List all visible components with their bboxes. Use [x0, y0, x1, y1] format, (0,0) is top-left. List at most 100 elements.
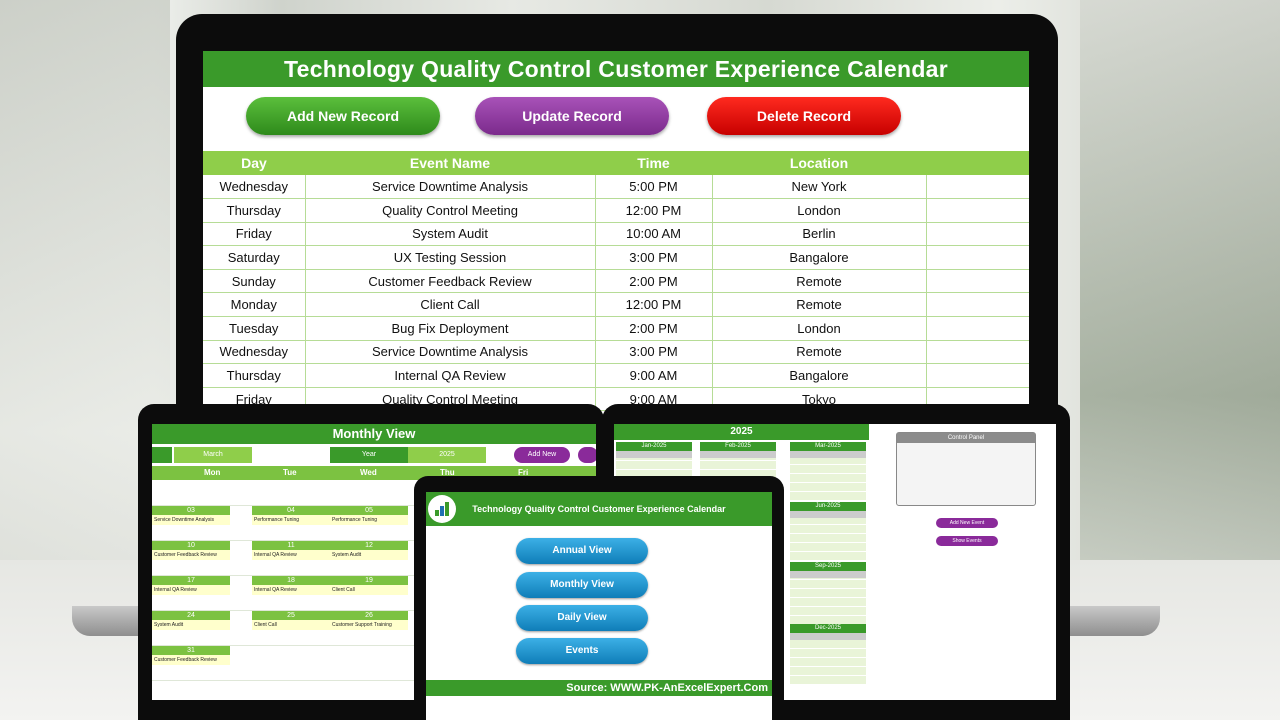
- table-row[interactable]: Wednesday Service Downtime Analysis 3:00 P…: [203, 340, 1029, 365]
- annual-view-button[interactable]: Annual View: [516, 538, 648, 564]
- calendar-day-number[interactable]: 11: [252, 541, 330, 550]
- month-calendar-sep[interactable]: Sep-2025: [790, 562, 866, 624]
- cell-location[interactable]: Bangalore: [712, 363, 927, 388]
- events-button[interactable]: Events: [516, 638, 648, 664]
- column-header-time[interactable]: Time: [595, 151, 712, 175]
- calendar-day-number[interactable]: 19: [330, 576, 408, 585]
- cell-event-name[interactable]: Quality Control Meeting: [305, 198, 596, 223]
- calendar-day-number[interactable]: 25: [252, 611, 330, 620]
- cell-event-name[interactable]: System Audit: [305, 222, 596, 247]
- calendar-day-number[interactable]: 12: [330, 541, 408, 550]
- table-row[interactable]: Thursday Quality Control Meeting 12:00 PM L…: [203, 198, 1029, 223]
- cell-extra[interactable]: Bug F: [926, 316, 1029, 341]
- cell-time[interactable]: 2:00 PM: [595, 269, 713, 294]
- cell-day[interactable]: Sunday: [203, 269, 306, 294]
- calendar-event[interactable]: Client Call: [330, 585, 408, 595]
- column-header-event-name[interactable]: Event Name: [305, 151, 595, 175]
- daily-view-button[interactable]: Daily View: [516, 605, 648, 631]
- table-row[interactable]: Monday Client Call 12:00 PM Remote: [203, 292, 1029, 318]
- column-header-location[interactable]: Location: [712, 151, 926, 175]
- cell-day[interactable]: Friday: [203, 222, 306, 247]
- cell-time[interactable]: 3:00 PM: [595, 245, 713, 270]
- cell-extra[interactable]: Custome: [926, 269, 1029, 294]
- month-calendar-mar[interactable]: Mar-2025: [790, 442, 866, 500]
- calendar-day-number[interactable]: 10: [152, 541, 230, 550]
- calendar-event[interactable]: Customer Feedback Review: [152, 655, 230, 665]
- cell-time[interactable]: 3:00 PM: [595, 340, 713, 365]
- calendar-day-number[interactable]: 05: [330, 506, 408, 515]
- cell-time[interactable]: 9:00 AM: [595, 363, 713, 388]
- cell-extra[interactable]: Quality: [926, 198, 1029, 223]
- month-calendar-dec[interactable]: Dec-2025: [790, 624, 866, 684]
- cell-event-name[interactable]: Client Call: [305, 292, 596, 318]
- cell-day[interactable]: Monday: [203, 292, 306, 318]
- calendar-event[interactable]: Internal QA Review: [252, 585, 330, 595]
- table-row[interactable]: TuesdayBug Fix Deployment2:00 PMLondonBu…: [203, 316, 1029, 341]
- monthly-view-button[interactable]: Monthly View: [516, 572, 648, 598]
- calendar-event[interactable]: Customer Feedback Review: [152, 550, 230, 560]
- cell-location[interactable]: Remote: [712, 292, 927, 318]
- cell-day[interactable]: Saturday: [203, 245, 306, 270]
- cell-time[interactable]: 2:00 PM: [595, 316, 713, 341]
- cell-extra[interactable]: UX T: [926, 245, 1029, 270]
- calendar-event[interactable]: Internal QA Review: [252, 550, 330, 560]
- cell-time[interactable]: 12:00 PM: [595, 198, 713, 223]
- calendar-day-number[interactable]: 17: [152, 576, 230, 585]
- cell-location[interactable]: Berlin: [712, 222, 927, 247]
- cell-location[interactable]: Bangalore: [712, 245, 927, 270]
- cell-extra[interactable]: Service D: [926, 340, 1029, 365]
- calendar-day-number[interactable]: 18: [252, 576, 330, 585]
- cell-location[interactable]: London: [712, 316, 927, 341]
- cell-day[interactable]: Thursday: [203, 198, 306, 223]
- add-new-event-button[interactable]: Add New Event: [936, 518, 998, 528]
- cell-extra[interactable]: [926, 292, 1029, 318]
- cell-day[interactable]: Wednesday: [203, 340, 306, 365]
- column-header-day[interactable]: Day: [203, 151, 305, 175]
- cell-event-name[interactable]: UX Testing Session: [305, 245, 596, 270]
- month-calendar-jun[interactable]: Jun-2025: [790, 502, 866, 560]
- cell-day[interactable]: Wednesday: [203, 175, 306, 200]
- column-header-extra[interactable]: [926, 151, 1029, 175]
- cell-location[interactable]: New York: [712, 175, 927, 200]
- cell-location[interactable]: London: [712, 198, 927, 223]
- table-row[interactable]: FridaySystem Audit10:00 AMBerlinS: [203, 222, 1029, 247]
- year-select[interactable]: 2025: [408, 447, 486, 463]
- cell-time[interactable]: 5:00 PM: [595, 175, 713, 200]
- add-new-record-button[interactable]: Add New Record: [246, 97, 440, 135]
- calendar-event[interactable]: Performance Tuning: [330, 515, 408, 525]
- calendar-event[interactable]: Performance Tuning: [252, 515, 330, 525]
- calendar-event[interactable]: System Audit: [330, 550, 408, 560]
- calendar-day-number[interactable]: 31: [152, 646, 230, 655]
- show-events-button[interactable]: Show Events: [936, 536, 998, 546]
- table-row[interactable]: Saturday UX Testing Session 3:00 PM Bangalo…: [203, 245, 1029, 270]
- calendar-event[interactable]: Customer Support Training: [330, 620, 408, 630]
- cell-event-name[interactable]: Service Downtime Analysis: [305, 175, 596, 200]
- calendar-event[interactable]: Service Downtime Analysis: [152, 515, 230, 525]
- cell-extra[interactable]: S: [926, 222, 1029, 247]
- cell-day[interactable]: Thursday: [203, 363, 306, 388]
- cell-location[interactable]: Remote: [712, 340, 927, 365]
- cell-event-name[interactable]: Service Downtime Analysis: [305, 340, 596, 365]
- monthly-add-new-button[interactable]: Add New: [514, 447, 570, 463]
- cell-event-name[interactable]: Internal QA Review: [305, 363, 596, 388]
- cell-event-name[interactable]: Bug Fix Deployment: [305, 316, 596, 341]
- cell-location[interactable]: Remote: [712, 269, 927, 294]
- cell-time[interactable]: 10:00 AM: [595, 222, 713, 247]
- delete-record-button[interactable]: Delete Record: [707, 97, 901, 135]
- cell-extra[interactable]: Service D: [926, 175, 1029, 200]
- calendar-event[interactable]: Client Call: [252, 620, 330, 630]
- cell-day[interactable]: Tuesday: [203, 316, 306, 341]
- table-row[interactable]: Wednesday Service Downtime Analysis 5:00 P…: [203, 175, 1029, 200]
- table-row[interactable]: Thursday Internal QA Review 9:00 AM Bangalo…: [203, 363, 1029, 388]
- update-record-button[interactable]: Update Record: [475, 97, 669, 135]
- cell-extra[interactable]: Inter: [926, 363, 1029, 388]
- calendar-day-number[interactable]: 04: [252, 506, 330, 515]
- calendar-event[interactable]: Internal QA Review: [152, 585, 230, 595]
- table-row[interactable]: Sunday Customer Feedback Review 2:00 PM Rem…: [203, 269, 1029, 294]
- calendar-day-number[interactable]: 26: [330, 611, 408, 620]
- calendar-event[interactable]: System Audit: [152, 620, 230, 630]
- calendar-day-number[interactable]: 24: [152, 611, 230, 620]
- cell-time[interactable]: 12:00 PM: [595, 292, 713, 318]
- calendar-day-number[interactable]: 03: [152, 506, 230, 515]
- monthly-extra-button[interactable]: [578, 447, 596, 463]
